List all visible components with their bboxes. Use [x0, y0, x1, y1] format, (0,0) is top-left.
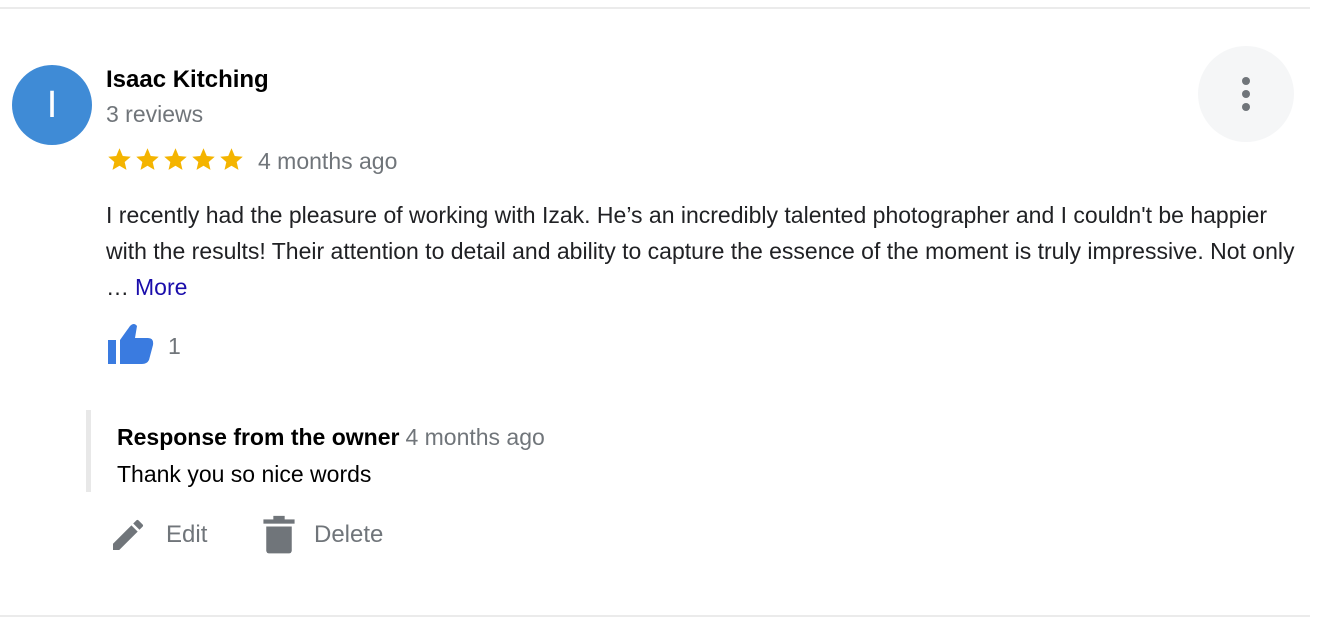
like-count: 1 [168, 332, 181, 359]
owner-response: Response from the owner 4 months ago Than… [86, 410, 545, 492]
reviewer-name[interactable]: Isaac Kitching [106, 66, 269, 94]
more-link[interactable]: More [135, 274, 187, 300]
bottom-divider [0, 615, 1310, 617]
edit-label: Edit [166, 521, 208, 548]
owner-response-date: 4 months ago [405, 424, 545, 450]
more-vert-icon [1242, 77, 1250, 111]
trash-icon [263, 515, 295, 554]
avatar[interactable]: I [12, 65, 92, 145]
pencil-icon [113, 519, 144, 550]
more-options-button[interactable] [1198, 46, 1294, 142]
owner-response-text: Thank you so nice words [117, 461, 372, 487]
review-body: I recently had the pleasure of working w… [106, 202, 1295, 300]
top-divider [0, 7, 1310, 9]
edit-button[interactable]: Edit [108, 515, 207, 555]
delete-label: Delete [314, 521, 384, 548]
reviewer-review-count[interactable]: 3 reviews [106, 101, 203, 128]
thumbs-up-icon [108, 324, 154, 364]
star-icon [192, 148, 215, 170]
like-button[interactable]: 1 [106, 322, 181, 366]
review-text: I recently had the pleasure of working w… [106, 197, 1301, 305]
star-icon [220, 148, 243, 170]
star-rating [106, 146, 245, 173]
review-date: 4 months ago [258, 148, 398, 174]
star-icon [164, 148, 187, 170]
delete-button[interactable]: Delete [262, 515, 383, 555]
owner-response-title: Response from the owner [117, 424, 400, 450]
star-icon [108, 148, 131, 170]
star-icon [136, 148, 159, 170]
